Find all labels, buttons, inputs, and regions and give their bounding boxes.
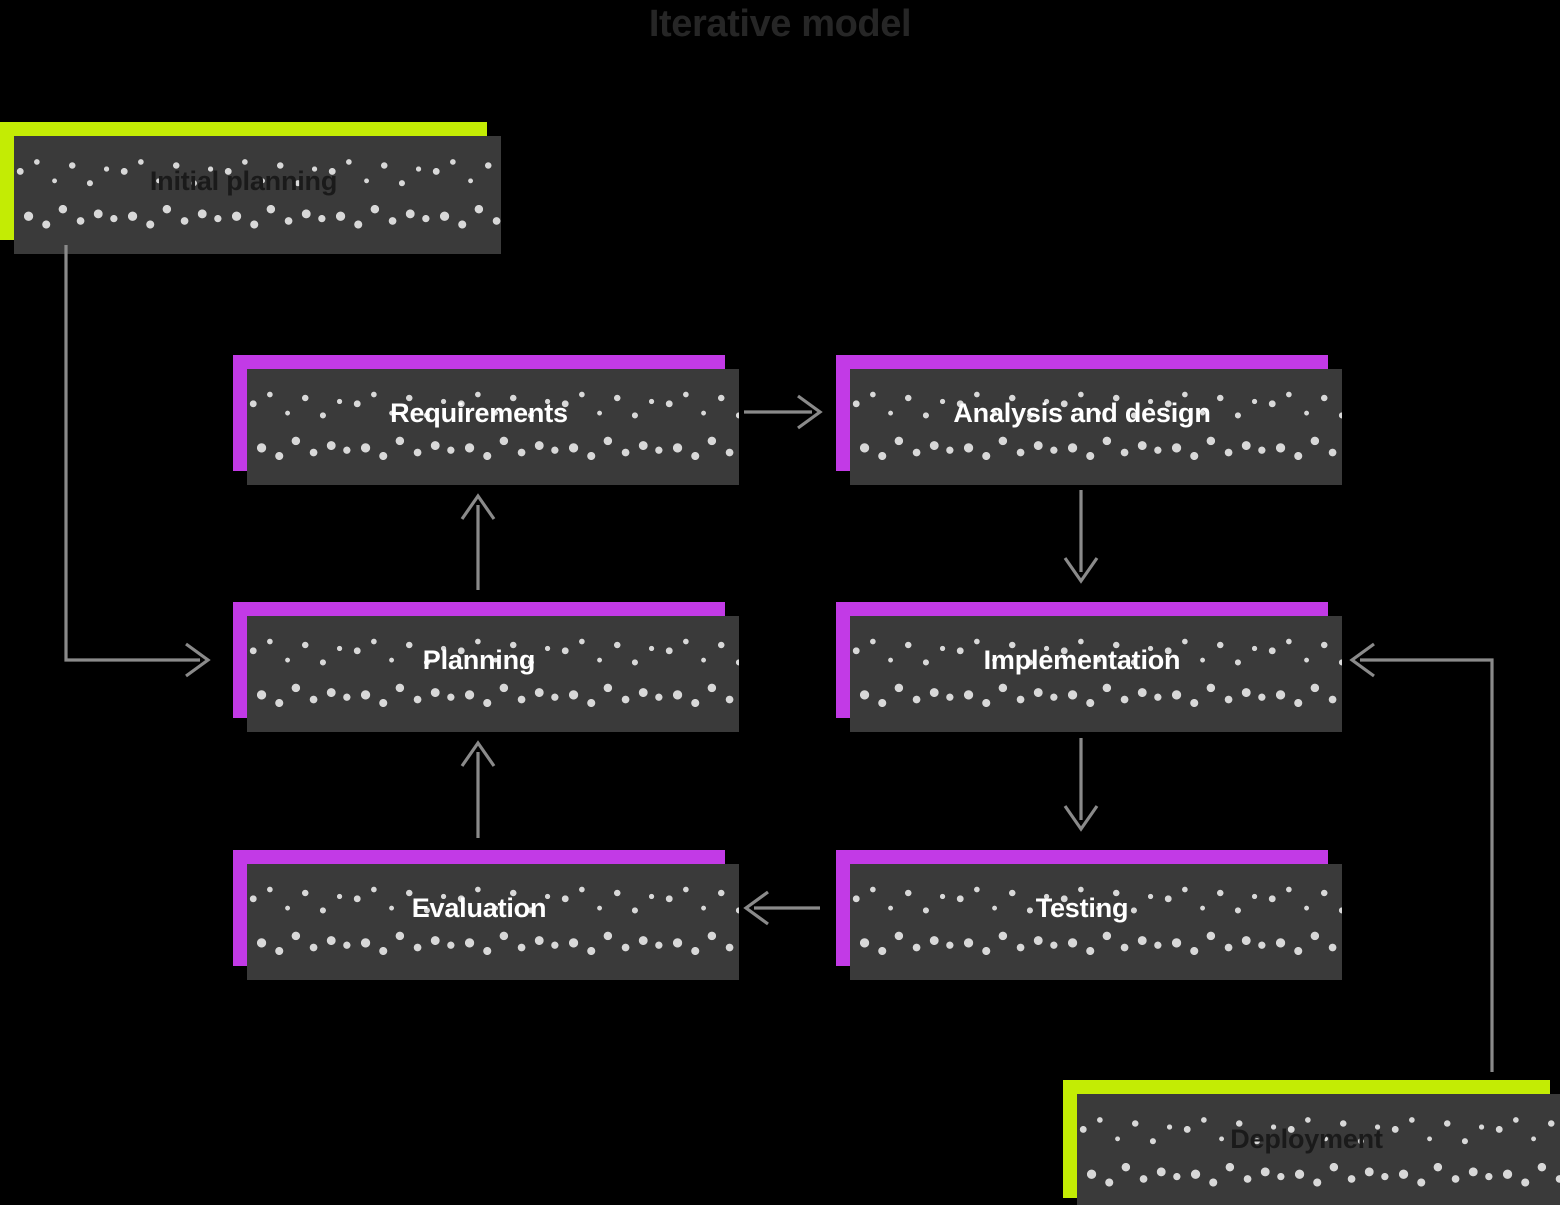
node-evaluation[interactable]: Evaluation [233,850,739,980]
node-implementation[interactable]: Implementation [836,602,1342,732]
edge-evaluation-to-planning [460,740,496,838]
edge-planning-to-requirements [460,493,496,590]
node-requirements[interactable]: Requirements [233,355,739,485]
edge-implementation-to-testing [1063,738,1099,832]
node-label-requirements: Requirements [390,397,568,428]
node-testing[interactable]: Testing [836,850,1342,980]
edge-initial-planning-to-planning [64,245,211,678]
node-label-implementation: Implementation [983,644,1181,675]
page-title: Iterative model [648,3,912,45]
node-label-evaluation: Evaluation [411,892,547,923]
edge-deployment-to-implementation [1349,642,1494,1072]
node-planning[interactable]: Planning [233,602,739,732]
edge-requirements-to-analysis [744,394,823,430]
diagram-canvas: Iterative model Initial planning Require… [0,0,1560,1205]
edge-testing-to-evaluation [743,890,820,926]
edge-analysis-to-implementation [1063,490,1099,584]
node-analysis-and-design[interactable]: Analysis and design [836,355,1342,485]
node-deployment[interactable]: Deployment [1063,1080,1560,1205]
node-label-initial-planning: Initial planning [149,165,338,196]
node-label-testing: Testing [1035,892,1129,923]
node-label-analysis-and-design: Analysis and design [953,397,1211,428]
node-label-planning: Planning [422,644,536,675]
node-label-deployment: Deployment [1230,1123,1383,1154]
node-initial-planning[interactable]: Initial planning [0,122,501,254]
